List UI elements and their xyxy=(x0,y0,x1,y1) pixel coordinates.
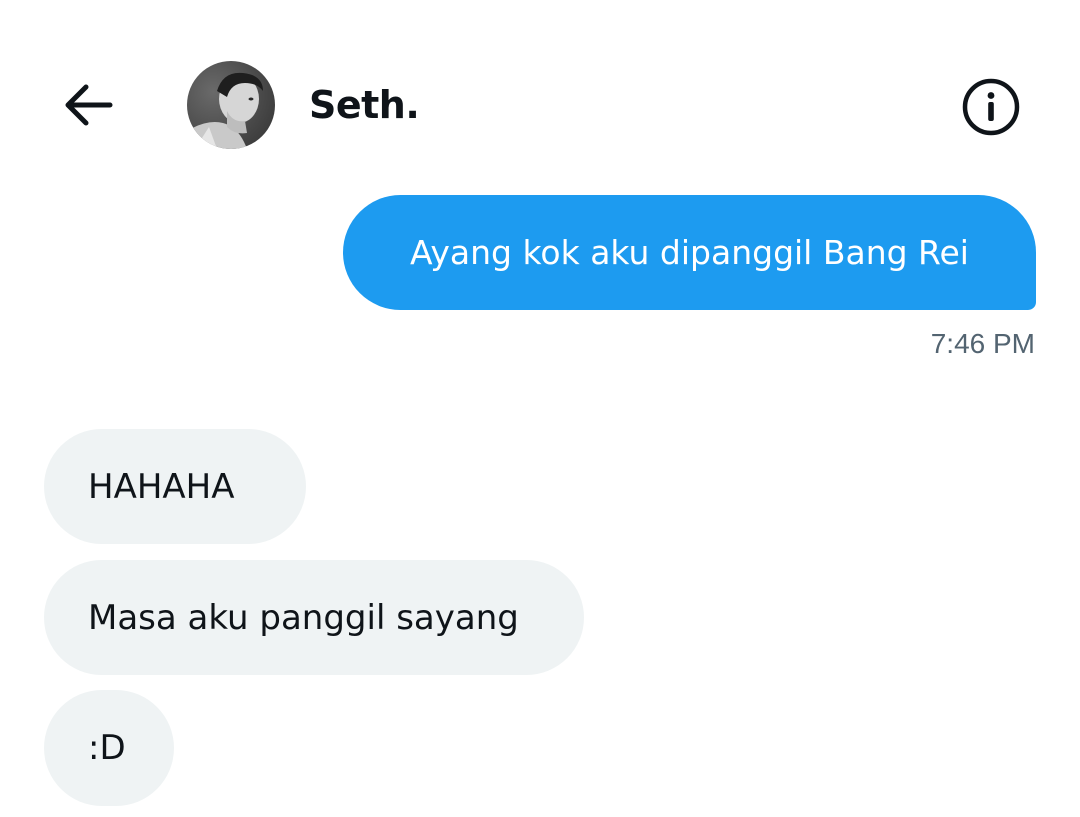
message-text: HAHAHA xyxy=(88,466,235,507)
contact-avatar-image xyxy=(187,61,275,149)
info-icon xyxy=(962,78,1020,136)
received-message-bubble[interactable]: Masa aku panggil sayang xyxy=(44,560,584,675)
info-button[interactable] xyxy=(958,74,1024,140)
conversation-header: Seth. xyxy=(0,0,1080,190)
sent-message-bubble[interactable]: Ayang kok aku dipanggil Bang Rei xyxy=(343,195,1036,310)
message-text: Ayang kok aku dipanggil Bang Rei xyxy=(410,233,969,272)
received-message-bubble[interactable]: :D xyxy=(44,690,174,806)
contact-name[interactable]: Seth. xyxy=(309,80,420,130)
message-text: :D xyxy=(88,728,126,768)
avatar[interactable] xyxy=(187,61,275,149)
arrow-left-icon xyxy=(65,84,113,126)
received-message-bubble[interactable]: HAHAHA xyxy=(44,429,306,544)
message-text: Masa aku panggil sayang xyxy=(88,597,519,638)
message-timestamp: 7:46 PM xyxy=(930,328,1035,359)
back-button[interactable] xyxy=(56,76,120,134)
